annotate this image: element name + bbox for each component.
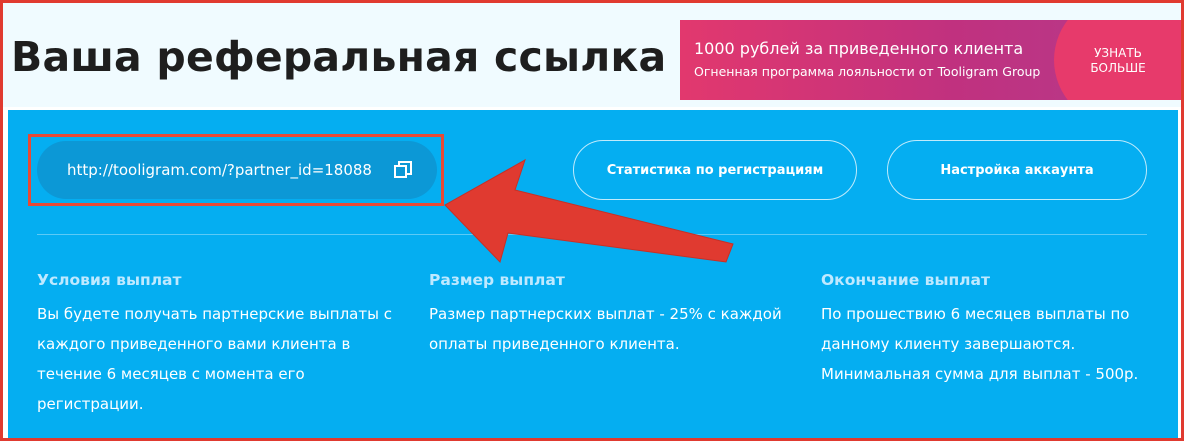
info-title: Окончание выплат — [821, 271, 990, 289]
info-column-payout-size: Размер выплат Размер партнерских выплат … — [429, 271, 799, 359]
promo-subtitle: Огненная программа лояльности от Tooligr… — [694, 64, 1041, 79]
header: Ваша реферальная ссылка 1000 рублей за п… — [3, 3, 1181, 107]
learn-more-label[interactable]: Узнать больше — [1078, 46, 1158, 76]
promo-title: 1000 рублей за приведенного клиента — [694, 39, 1024, 58]
info-title: Размер выплат — [429, 271, 565, 289]
account-settings-button[interactable]: Настройка аккаунта — [887, 140, 1147, 200]
info-column-payout-end: Окончание выплат По прошествию 6 месяцев… — [821, 271, 1151, 389]
info-title: Условия выплат — [37, 271, 182, 289]
referral-panel: http://tooligram.com/?partner_id=18088 С… — [8, 110, 1178, 438]
promo-banner[interactable]: 1000 рублей за приведенного клиента Огне… — [680, 20, 1181, 100]
registration-stats-button[interactable]: Статистика по регистрациям — [573, 140, 857, 200]
info-text: Вы будете получать партнерские выплаты с… — [37, 305, 392, 413]
page-title: Ваша реферальная ссылка — [11, 33, 667, 81]
info-column-payout-terms: Условия выплат Вы будете получать партне… — [37, 271, 407, 419]
info-text: Размер партнерских выплат - 25% с каждой… — [429, 305, 782, 353]
info-text: По прошествию 6 месяцев выплаты по данно… — [821, 305, 1139, 383]
divider — [37, 234, 1147, 235]
annotation-highlight-box — [28, 134, 444, 206]
